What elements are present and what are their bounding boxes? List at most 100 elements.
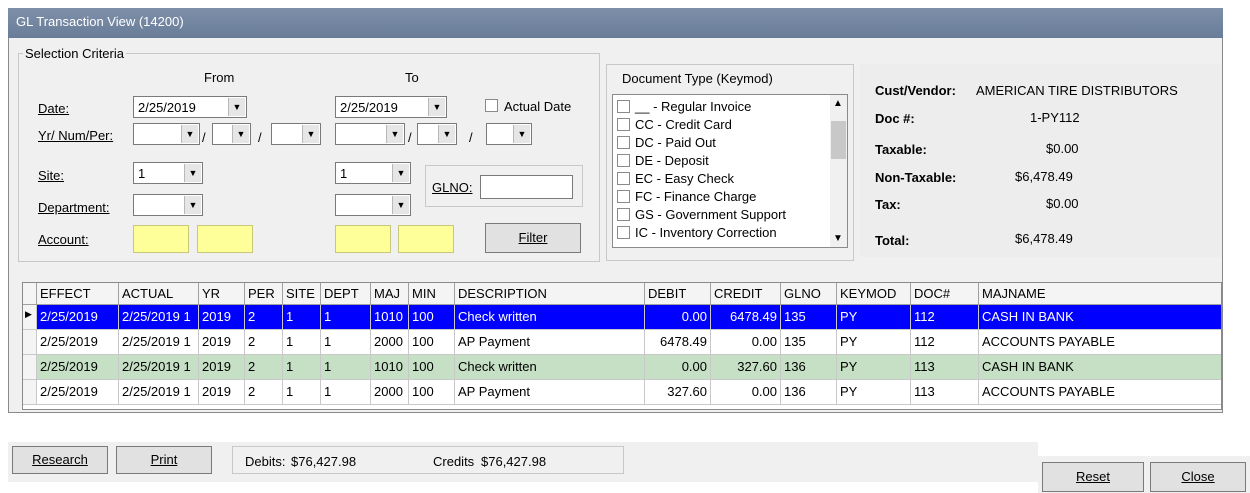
research-button[interactable]: Research bbox=[12, 446, 108, 474]
cell-majname: CASH IN BANK bbox=[979, 305, 1221, 330]
checkbox-icon[interactable] bbox=[617, 208, 630, 221]
column-header-debit[interactable]: DEBIT bbox=[645, 283, 711, 305]
site-from-combo[interactable]: 1 ▼ bbox=[133, 162, 203, 184]
column-header-maj[interactable]: MAJ bbox=[371, 283, 409, 305]
checkbox-icon[interactable] bbox=[617, 172, 630, 185]
table-row[interactable]: ▶ 2/25/2019 2/25/2019 1 2019 2 1 1 1010 … bbox=[23, 305, 1221, 330]
column-header-credit[interactable]: CREDIT bbox=[711, 283, 781, 305]
row-indicator-header bbox=[23, 283, 37, 305]
column-header-doc[interactable]: DOC# bbox=[911, 283, 979, 305]
scroll-thumb[interactable] bbox=[831, 121, 846, 159]
column-header-effect[interactable]: EFFECT bbox=[37, 283, 119, 305]
glno-input[interactable] bbox=[480, 175, 573, 199]
close-button[interactable]: Close bbox=[1150, 462, 1246, 492]
column-header-keymod[interactable]: KEYMOD bbox=[837, 283, 911, 305]
cell-doc: 112 bbox=[911, 330, 979, 355]
date-to-combo[interactable]: 2/25/2019 ▼ bbox=[335, 96, 447, 118]
column-header-majname[interactable]: MAJNAME bbox=[979, 283, 1221, 305]
department-label: Department: bbox=[38, 200, 110, 215]
cell-yr: 2019 bbox=[199, 330, 245, 355]
site-to-combo[interactable]: 1 ▼ bbox=[335, 162, 411, 184]
cell-keymod: PY bbox=[837, 380, 911, 405]
document-type-list[interactable]: __ - Regular Invoice CC - Credit Card DC… bbox=[612, 94, 848, 248]
chevron-down-icon[interactable]: ▼ bbox=[513, 125, 530, 143]
checkbox-icon[interactable] bbox=[617, 136, 630, 149]
table-row[interactable]: 2/25/2019 2/25/2019 1 2019 2 1 1 2000 10… bbox=[23, 330, 1221, 355]
checkbox-icon[interactable] bbox=[617, 226, 630, 239]
chevron-down-icon[interactable]: ▼ bbox=[232, 125, 249, 143]
per-to-combo[interactable]: ▼ bbox=[486, 123, 532, 145]
column-header-min[interactable]: MIN bbox=[409, 283, 455, 305]
cell-debit: 327.60 bbox=[645, 380, 711, 405]
table-row[interactable]: 2/25/2019 2/25/2019 1 2019 2 1 1 2000 10… bbox=[23, 380, 1221, 405]
cell-actual: 2/25/2019 1 bbox=[119, 355, 199, 380]
cell-glno: 136 bbox=[781, 355, 837, 380]
debits-label: Debits: bbox=[245, 454, 286, 469]
to-label: To bbox=[405, 70, 419, 85]
chevron-up-icon[interactable]: ▲ bbox=[833, 98, 843, 109]
filter-button[interactable]: Filter bbox=[485, 223, 581, 253]
chevron-down-icon[interactable]: ▼ bbox=[302, 125, 319, 143]
list-item[interactable]: CC - Credit Card bbox=[617, 117, 732, 135]
list-item[interactable]: IC - Inventory Correction bbox=[617, 225, 777, 243]
chevron-down-icon[interactable]: ▼ bbox=[392, 164, 409, 182]
chevron-down-icon[interactable]: ▼ bbox=[833, 233, 843, 244]
reset-button[interactable]: Reset bbox=[1042, 462, 1144, 492]
slash-separator: / bbox=[258, 130, 262, 145]
account-from-minor-input[interactable] bbox=[197, 225, 253, 253]
checkbox-icon[interactable] bbox=[617, 118, 630, 131]
num-to-combo[interactable]: ▼ bbox=[417, 123, 457, 145]
checkbox-icon[interactable] bbox=[617, 190, 630, 203]
list-item[interactable]: FC - Finance Charge bbox=[617, 189, 756, 207]
document-type-title: Document Type (Keymod) bbox=[622, 71, 773, 86]
document-list-scrollbar[interactable]: ▲ ▼ bbox=[830, 95, 847, 247]
table-row[interactable]: 2/25/2019 2/25/2019 1 2019 2 1 1 1010 10… bbox=[23, 355, 1221, 380]
cell-credit: 6478.49 bbox=[711, 305, 781, 330]
print-button[interactable]: Print bbox=[116, 446, 212, 474]
column-header-site[interactable]: SITE bbox=[283, 283, 321, 305]
list-item[interactable]: EC - Easy Check bbox=[617, 171, 734, 189]
cell-actual: 2/25/2019 1 bbox=[119, 380, 199, 405]
num-from-combo[interactable]: ▼ bbox=[212, 123, 251, 145]
actual-date-checkbox[interactable] bbox=[485, 99, 498, 112]
department-to-combo[interactable]: ▼ bbox=[335, 194, 411, 216]
cell-per: 2 bbox=[245, 305, 283, 330]
cell-dept: 1 bbox=[321, 380, 371, 405]
column-header-description[interactable]: DESCRIPTION bbox=[455, 283, 645, 305]
checkbox-icon[interactable] bbox=[617, 154, 630, 167]
reset-label: Reset bbox=[1076, 469, 1110, 484]
chevron-down-icon[interactable]: ▼ bbox=[181, 125, 198, 143]
list-item[interactable]: DC - Paid Out bbox=[617, 135, 716, 153]
chevron-down-icon[interactable]: ▼ bbox=[392, 196, 409, 214]
column-header-actual[interactable]: ACTUAL bbox=[119, 283, 199, 305]
account-to-major-input[interactable] bbox=[335, 225, 391, 253]
chevron-down-icon[interactable]: ▼ bbox=[428, 98, 445, 116]
cell-glno: 135 bbox=[781, 330, 837, 355]
yr-from-combo[interactable]: ▼ bbox=[133, 123, 200, 145]
chevron-down-icon[interactable]: ▼ bbox=[438, 125, 455, 143]
chevron-down-icon[interactable]: ▼ bbox=[184, 196, 201, 214]
column-header-glno[interactable]: GLNO bbox=[781, 283, 837, 305]
list-item[interactable]: __ - Regular Invoice bbox=[617, 99, 751, 117]
chevron-down-icon[interactable]: ▼ bbox=[228, 98, 245, 116]
cell-doc: 113 bbox=[911, 355, 979, 380]
transaction-grid[interactable]: EFFECT ACTUAL YR PER SITE DEPT MAJ MIN D… bbox=[22, 282, 1222, 410]
date-to-value: 2/25/2019 bbox=[340, 100, 398, 115]
cell-maj: 2000 bbox=[371, 380, 409, 405]
total-value: $6,478.49 bbox=[1015, 231, 1073, 246]
list-item[interactable]: DE - Deposit bbox=[617, 153, 709, 171]
per-from-combo[interactable]: ▼ bbox=[271, 123, 321, 145]
column-header-dept[interactable]: DEPT bbox=[321, 283, 371, 305]
date-from-combo[interactable]: 2/25/2019 ▼ bbox=[133, 96, 247, 118]
column-header-yr[interactable]: YR bbox=[199, 283, 245, 305]
list-item[interactable]: GS - Government Support bbox=[617, 207, 786, 225]
checkbox-icon[interactable] bbox=[617, 100, 630, 113]
account-to-minor-input[interactable] bbox=[398, 225, 454, 253]
account-label: Account: bbox=[38, 232, 89, 247]
yr-to-combo[interactable]: ▼ bbox=[335, 123, 405, 145]
column-header-per[interactable]: PER bbox=[245, 283, 283, 305]
department-from-combo[interactable]: ▼ bbox=[133, 194, 203, 216]
chevron-down-icon[interactable]: ▼ bbox=[184, 164, 201, 182]
account-from-major-input[interactable] bbox=[133, 225, 189, 253]
chevron-down-icon[interactable]: ▼ bbox=[386, 125, 403, 143]
